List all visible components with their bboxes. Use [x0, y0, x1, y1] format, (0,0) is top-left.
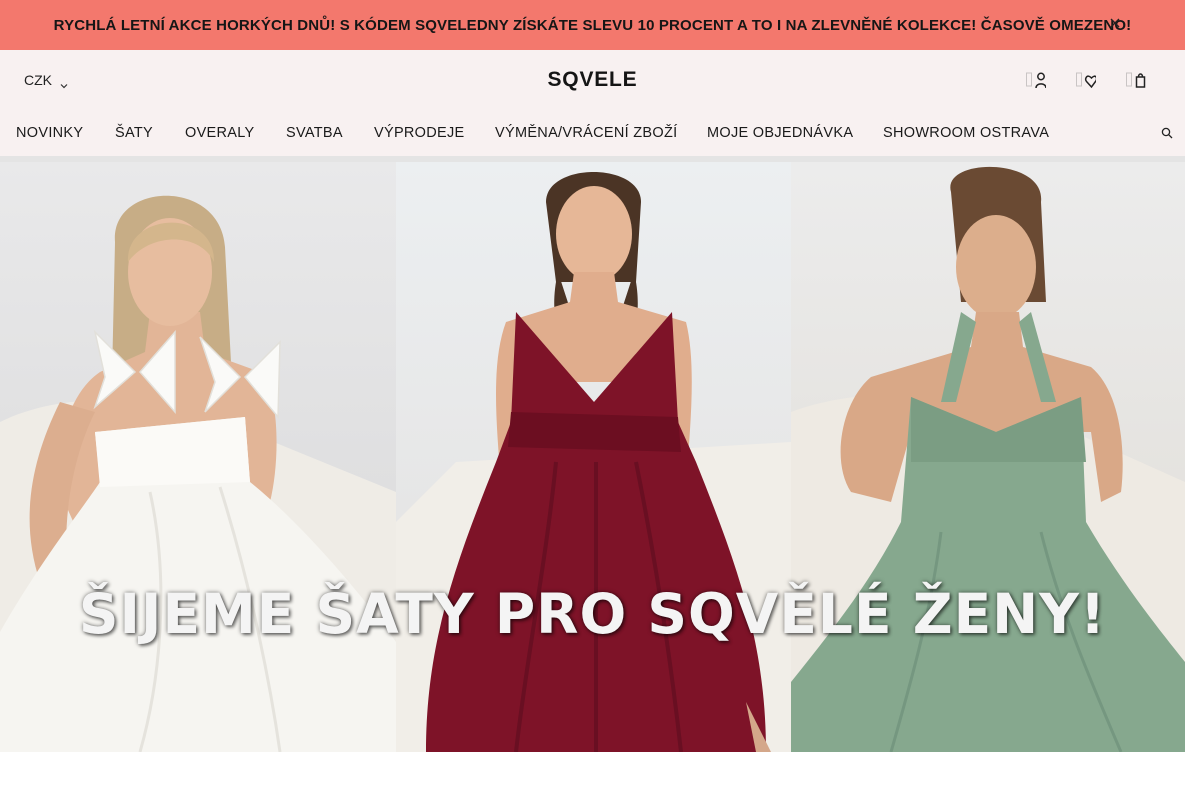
cart-icon[interactable]: [1126, 70, 1148, 90]
nav-item-vymena-vraceni[interactable]: VÝMĚNA/VRÁCENÍ ZBOŽÍ: [495, 125, 677, 141]
hero-panel-burgundy-dress: [396, 162, 791, 752]
nav-item-novinky[interactable]: NOVINKY: [16, 125, 83, 141]
nav-item-svatba[interactable]: SVATBA: [286, 125, 343, 141]
search-icon[interactable]: [1161, 126, 1173, 139]
hero-panel-white-dress: [0, 162, 396, 752]
heart-icon[interactable]: [1076, 70, 1098, 90]
site-header: CZK SQVELE NOVINKY ŠATY OVERALY SVATBA V: [0, 50, 1185, 156]
nav-item-moje-objednavka[interactable]: MOJE OBJEDNÁVKA: [707, 125, 853, 141]
hero-panel-green-dress: [791, 162, 1185, 752]
model-photo-green-dress: [791, 166, 1185, 752]
user-icon[interactable]: [1026, 70, 1048, 90]
promo-banner: RYCHLÁ LETNÍ AKCE HORKÝCH DNŮ! S KÓDEM S…: [0, 0, 1185, 50]
nav-item-overaly[interactable]: OVERALY: [185, 125, 255, 141]
nav-item-showroom-ostrava[interactable]: SHOWROOM OSTRAVA: [883, 125, 1049, 141]
model-photo-white-dress: [0, 195, 396, 752]
brand-logo[interactable]: SQVELE: [548, 68, 638, 91]
model-photo-burgundy-dress: [396, 172, 791, 752]
main-navigation: NOVINKY ŠATY OVERALY SVATBA VÝPRODEJE VÝ…: [0, 122, 1185, 146]
promo-text: RYCHLÁ LETNÍ AKCE HORKÝCH DNŮ! S KÓDEM S…: [53, 16, 1132, 34]
nav-item-saty[interactable]: ŠATY: [115, 125, 153, 141]
nav-item-vyprodeje[interactable]: VÝPRODEJE: [374, 125, 465, 141]
brand-logo-wrapper: SQVELE: [0, 68, 1185, 92]
close-icon[interactable]: [1109, 18, 1121, 30]
hero-banner[interactable]: ŠIJEME ŠATY PRO SQVĚLÉ ŽENY!: [0, 162, 1185, 752]
